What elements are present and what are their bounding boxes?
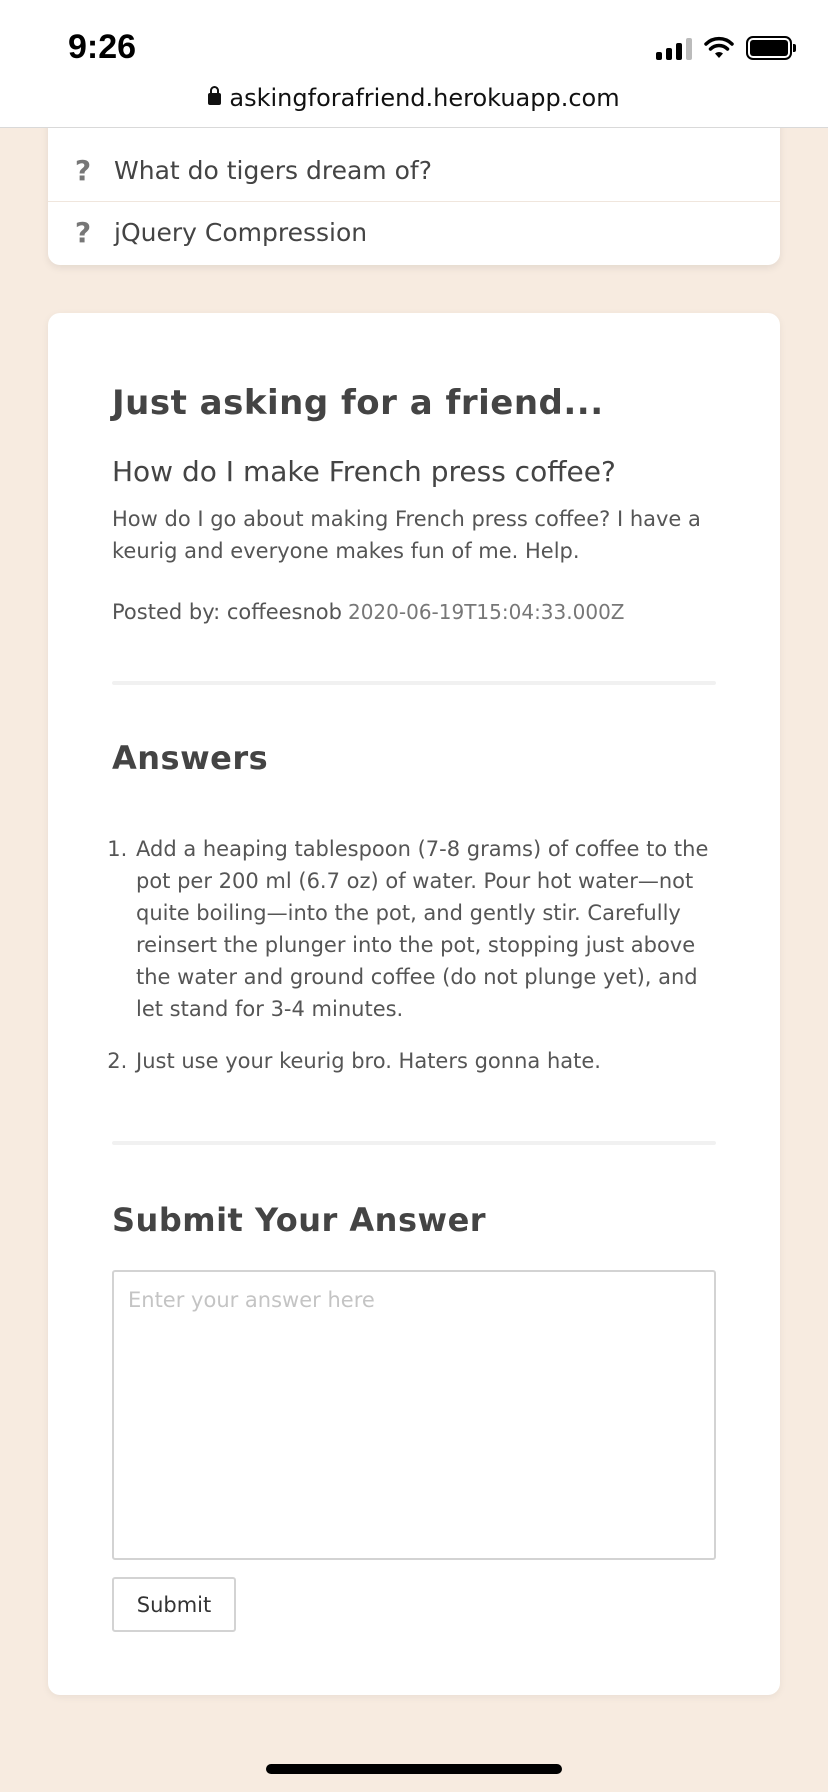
cellular-signal-icon [656,36,692,60]
question-mark-icon: ? [74,216,92,249]
question-link[interactable]: jQuery Compression [114,218,367,247]
answers-list: Add a heaping tablespoon (7-8 grams) of … [112,833,716,1097]
question-mark-icon: ? [74,153,92,187]
wifi-icon [704,36,734,58]
divider [112,1141,716,1145]
answer-item: Just use your keurig bro. Haters gonna h… [134,1045,716,1077]
address-bar[interactable]: askingforafriend.herokuapp.com [0,84,828,112]
question-link[interactable]: What do tigers dream of? [114,156,432,185]
post-meta: Posted by: coffeesnob 2020-06-19T15:04:33… [112,600,716,624]
question-list-item[interactable]: ? jQuery Compression [48,201,780,263]
lock-icon [208,86,222,105]
posted-by: Posted by: coffeesnob [112,600,342,624]
clock: 9:26 [68,28,137,66]
system-icons [656,36,796,60]
submit-button[interactable]: Submit [112,1577,236,1632]
question-title: How do I make French press coffee? [112,455,616,488]
answer-item: Add a heaping tablespoon (7-8 grams) of … [134,833,716,1025]
submit-heading: Submit Your Answer [112,1201,487,1239]
answers-heading: Answers [112,739,269,777]
browser-status-bar: 9:26 askingforafriend.herokuapp.com [0,0,828,128]
question-body: How do I go about making French press co… [112,507,701,563]
site-heading: Just asking for a friend... [112,383,604,423]
battery-icon [746,36,796,60]
home-indicator [266,1764,562,1774]
answer-textarea[interactable] [112,1270,716,1560]
question-card: Just asking for a friend... How do I mak… [48,313,780,1695]
question-list-item[interactable]: ? What do tigers dream of? [48,139,780,201]
divider [112,681,716,685]
url-text: askingforafriend.herokuapp.com [229,84,620,112]
post-timestamp: 2020-06-19T15:04:33.000Z [347,600,625,624]
